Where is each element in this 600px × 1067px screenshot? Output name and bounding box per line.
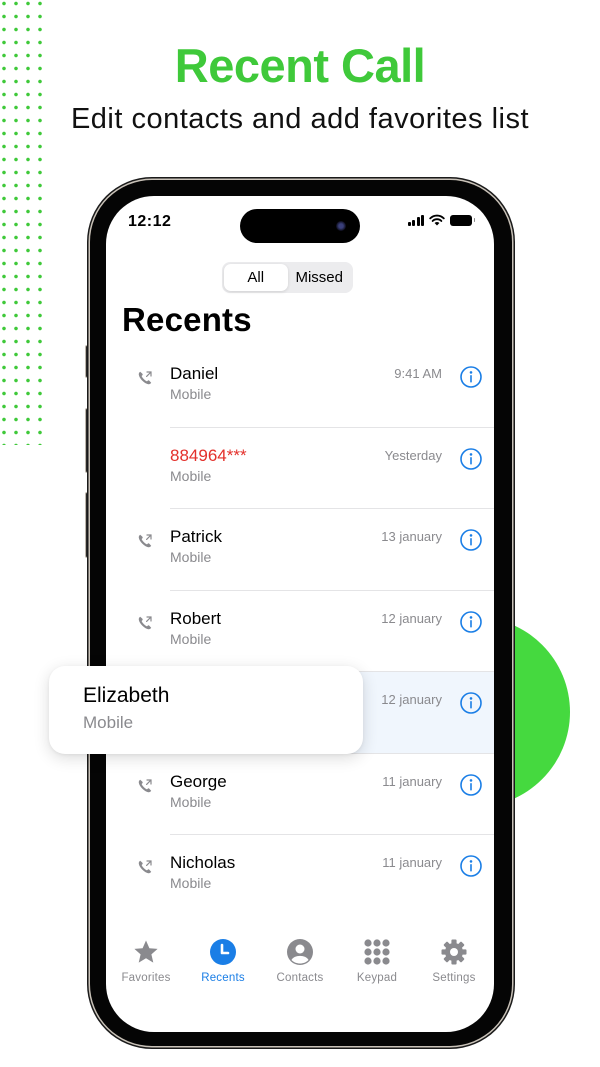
- caller-name: George: [170, 771, 227, 791]
- call-time: 12 january: [381, 692, 442, 707]
- call-time: Yesterday: [384, 447, 442, 463]
- outgoing-call-icon: [137, 533, 153, 549]
- info-icon[interactable]: [460, 855, 482, 877]
- promo-headline: Recent Call: [174, 39, 426, 92]
- caller-name: Robert: [170, 608, 222, 628]
- tab-recents[interactable]: Recents: [187, 938, 259, 998]
- caller-name: Patrick: [170, 527, 222, 546]
- dynamic-island: [240, 209, 360, 243]
- recents-list: Daniel Mobile 9:41 AM 884964*** Mobile Yester…: [106, 346, 494, 917]
- star-icon: [134, 940, 158, 963]
- outgoing-call-icon: [137, 370, 153, 386]
- call-filter-segmented-control: All Missed: [222, 262, 353, 293]
- clock-icon: [210, 939, 236, 965]
- status-time: 12:12: [128, 213, 172, 230]
- call-time: 11 january: [382, 855, 442, 870]
- info-icon[interactable]: [460, 447, 482, 470]
- phone-screen: 12:12 All Missed Recents Daniel Mobile 9:4…: [106, 196, 494, 1032]
- tab-label: Contacts: [276, 972, 324, 984]
- call-row[interactable]: Daniel Mobile 9:41 AM: [106, 346, 494, 428]
- info-icon[interactable]: [460, 366, 482, 388]
- tab-bar: Favorites Recents Contacts Keypad Settin…: [106, 938, 494, 998]
- caller-type: Mobile: [170, 386, 212, 402]
- segment-all[interactable]: All: [224, 264, 288, 291]
- floating-contact-card[interactable]: Elizabeth Mobile: [49, 666, 363, 754]
- caller-name: 884964***: [170, 445, 247, 465]
- tab-label: Keypad: [356, 972, 398, 984]
- caller-type: Mobile: [170, 549, 212, 565]
- info-icon[interactable]: [460, 610, 482, 633]
- tab-label: Favorites: [121, 972, 171, 984]
- tab-settings[interactable]: Settings: [418, 938, 490, 998]
- call-row[interactable]: Robert Mobile 12 january: [106, 591, 494, 672]
- battery-icon: [450, 214, 475, 226]
- info-icon[interactable]: [460, 529, 482, 551]
- tab-label: Recents: [201, 972, 245, 984]
- signal-icon: [407, 214, 424, 226]
- call-row[interactable]: Nicholas Mobile 11 january: [106, 835, 494, 917]
- tab-label: Settings: [432, 972, 476, 984]
- call-time: 9:41 AM: [394, 366, 442, 381]
- call-time: 11 january: [382, 773, 442, 789]
- call-time: 12 january: [381, 610, 442, 626]
- gear-icon: [441, 939, 467, 965]
- phone-frame: 12:12 All Missed Recents Daniel Mobile 9:4…: [90, 180, 512, 1046]
- outgoing-call-icon: [137, 615, 153, 631]
- caller-type: Mobile: [170, 467, 212, 484]
- tab-keypad[interactable]: Keypad: [341, 938, 413, 998]
- keypad-icon: [364, 939, 390, 965]
- caller-type: Mobile: [170, 630, 212, 647]
- info-icon[interactable]: [460, 692, 482, 714]
- person-circle-icon: [287, 939, 313, 965]
- call-row[interactable]: Patrick Mobile 13 january: [106, 509, 494, 591]
- call-row[interactable]: 884964*** Mobile Yesterday: [106, 428, 494, 509]
- caller-type: Mobile: [170, 793, 212, 810]
- caller-type: Mobile: [170, 875, 212, 891]
- caller-name: Daniel: [170, 364, 219, 383]
- call-time: 13 january: [381, 529, 442, 544]
- segment-missed[interactable]: Missed: [288, 264, 352, 291]
- call-row[interactable]: George Mobile 11 january: [106, 754, 494, 835]
- contact-name: Elizabeth: [83, 684, 170, 707]
- wifi-icon: [429, 214, 445, 226]
- promo-subline: Edit contacts and add favorites list: [70, 103, 530, 135]
- camera-icon: [336, 221, 346, 231]
- page-title: Recents: [122, 301, 252, 338]
- info-icon[interactable]: [460, 773, 482, 796]
- status-icons: [407, 214, 475, 226]
- tab-contacts[interactable]: Contacts: [264, 938, 336, 998]
- tab-favorites[interactable]: Favorites: [110, 938, 182, 998]
- outgoing-call-icon: [137, 778, 153, 794]
- caller-name: Nicholas: [170, 853, 236, 872]
- outgoing-call-icon: [137, 859, 153, 875]
- contact-type: Mobile: [83, 713, 134, 732]
